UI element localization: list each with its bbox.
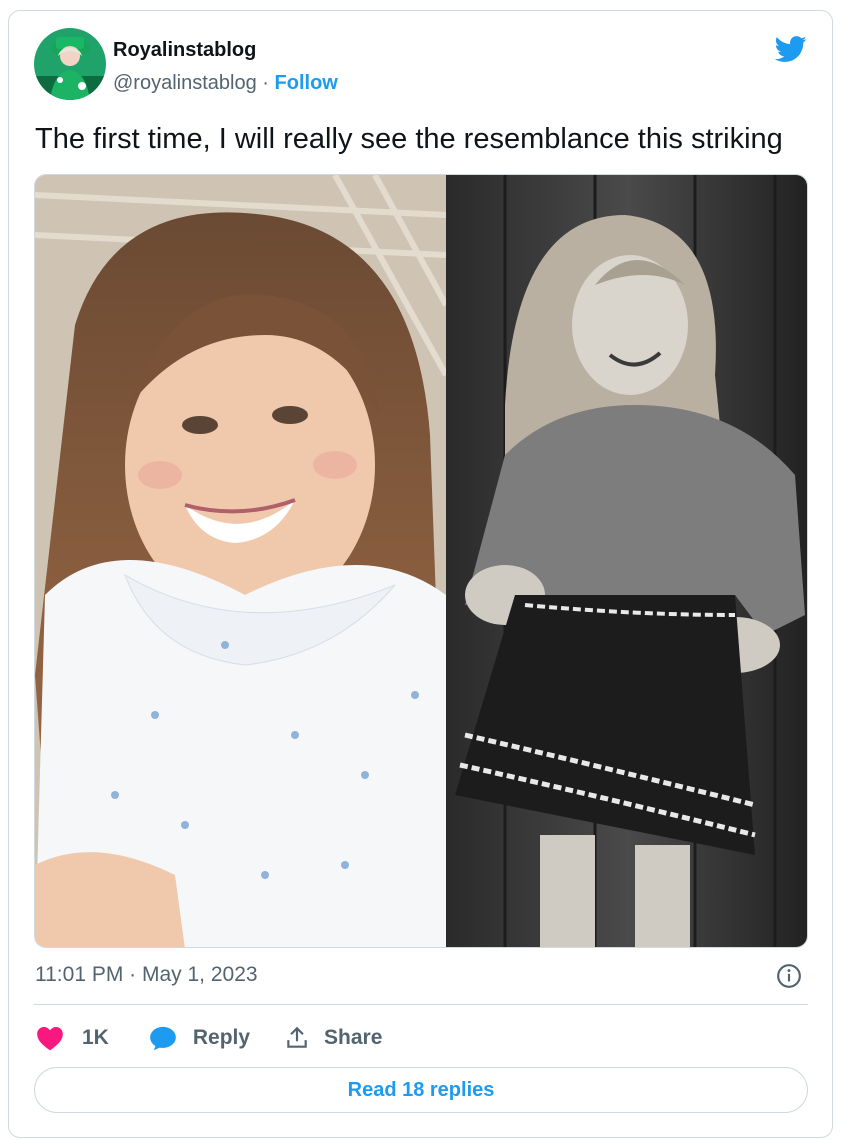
avatar-image <box>34 28 106 100</box>
reply-button[interactable]: Reply <box>149 1025 250 1051</box>
avatar[interactable] <box>34 28 106 100</box>
share-label: Share <box>324 1026 383 1049</box>
share-button[interactable]: Share <box>284 1025 382 1051</box>
like-count: 1K <box>82 1026 109 1049</box>
tweet-card: Royalinstablog @royalinstablog · Follow … <box>8 10 833 1138</box>
like-button[interactable]: 1K <box>36 1025 109 1051</box>
read-replies-label: Read 18 replies <box>347 1078 495 1101</box>
follow-link[interactable]: Follow <box>275 72 338 94</box>
info-icon[interactable] <box>776 963 802 989</box>
read-replies-button[interactable]: Read 18 replies <box>34 1067 808 1113</box>
handle-row: @royalinstablog · Follow <box>113 72 338 95</box>
tweet-actions: 1K Reply Share <box>36 1023 382 1053</box>
heart-icon <box>36 1025 64 1051</box>
tweet-timestamp[interactable]: 11:01 PM · May 1, 2023 <box>35 963 258 987</box>
tweet-image[interactable] <box>34 174 808 948</box>
share-icon <box>284 1025 310 1051</box>
divider <box>34 1004 808 1005</box>
reply-bubble-icon <box>149 1025 177 1051</box>
display-name[interactable]: Royalinstablog <box>113 39 256 62</box>
reply-label: Reply <box>192 1026 251 1049</box>
user-handle[interactable]: @royalinstablog <box>113 72 257 94</box>
tweet-text: The first time, I will really see the re… <box>35 123 783 155</box>
separator: · <box>262 72 269 94</box>
twitter-bird-icon[interactable] <box>773 33 809 65</box>
